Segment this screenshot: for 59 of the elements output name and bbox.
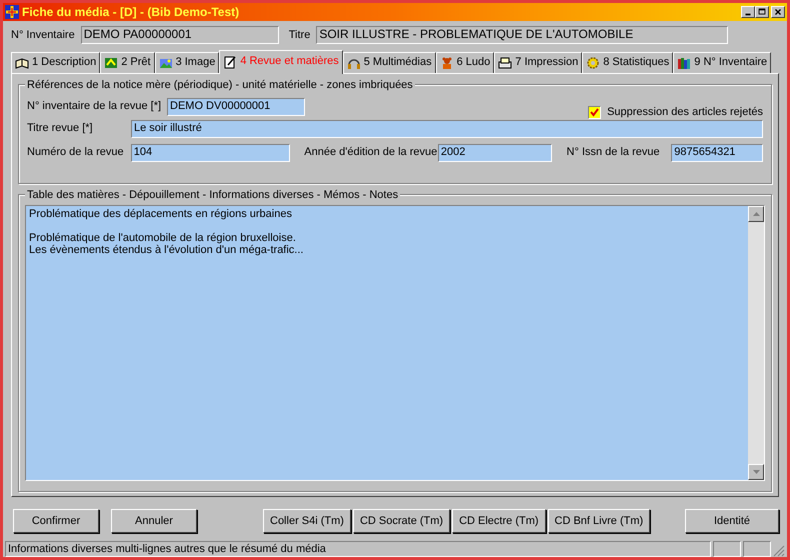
group-legend: Table des matières - Dépouillement - Informations diverses - Mémos - Notes (25, 186, 400, 204)
field-label: Titre (288, 28, 310, 43)
button[interactable]: Confirmer (13, 509, 99, 534)
book-icon (15, 56, 29, 70)
tab[interactable]: 9 N° Inventaire (673, 52, 772, 73)
journal-title-field[interactable]: Le soir illustré (131, 120, 763, 138)
field-label: Numéro de la revue (27, 145, 125, 160)
group-legend: Références de la notice mère (périodique) - unité matérielle - zones imbriquées (25, 76, 415, 94)
tab[interactable]: 5 Multimédias (342, 52, 436, 73)
checkbox-label: Suppression des articles rejetés (607, 105, 763, 120)
button[interactable]: Identité (685, 509, 779, 534)
field-label: N° Inventaire (11, 28, 75, 43)
tab[interactable]: 7 Impression (494, 52, 582, 73)
note-icon (223, 54, 238, 69)
button[interactable]: Coller S4i (Tm) (263, 509, 351, 534)
title-field[interactable]: SOIR ILLUSTRE - PROBLEMATIQUE DE L'AUTOMOBILE (316, 26, 728, 44)
memo-field[interactable]: Problématique des déplacements en régions urbaines Problématique de l'automobile de la région bruxelloise. Les évènements étendus à l'évolution d'un méga-trafic... (25, 204, 765, 481)
field-label: Année d'édition de la revue (304, 145, 438, 160)
scrollbar[interactable] (748, 206, 764, 480)
tab[interactable]: 8 Statistiques (582, 52, 674, 73)
gear-icon (586, 56, 600, 70)
button[interactable]: CD Bnf Livre (Tm) (548, 509, 650, 534)
scroll-up-button[interactable] (748, 206, 764, 222)
tab[interactable]: 1 Description (11, 52, 100, 73)
inventory-field[interactable]: DEMO PA00000001 (80, 26, 279, 44)
down-arrow-icon (752, 470, 760, 474)
tab[interactable]: 3 Image (154, 52, 220, 73)
scroll-down-button[interactable] (748, 464, 764, 480)
minimize-icon (746, 14, 750, 16)
up-arrow-icon (752, 212, 760, 216)
status-panel (713, 540, 741, 557)
printer-icon (498, 56, 512, 70)
tab[interactable]: 6 Ludo (436, 52, 494, 73)
toy-icon (440, 56, 454, 70)
close-icon (774, 8, 782, 16)
books-icon (677, 56, 692, 70)
minimize-button[interactable] (741, 6, 755, 18)
status-text: Informations diverses multi-lignes autres que le résumé du média (5, 540, 711, 557)
checkbox[interactable] (588, 106, 602, 120)
issn-field[interactable]: 9875654321 (671, 144, 763, 162)
tab[interactable]: 2 Prêt (100, 52, 155, 73)
memo-text: Problématique des déplacements en régions urbaines Problématique de l'automobile de la région bruxelloise. Les évènements étendus à l'évolution d'un méga-trafic... (28, 206, 304, 258)
app-icon (5, 5, 19, 19)
field-label: N° inventaire de la revue [*] (27, 99, 162, 114)
button[interactable]: CD Electre (Tm) (452, 509, 546, 534)
resize-grip-icon[interactable] (773, 545, 785, 557)
field-label: Titre revue [*] (27, 121, 94, 136)
window-title: Fiche du média - [D] - (Bib Demo-Test) (22, 4, 240, 21)
close-button[interactable] (771, 6, 785, 18)
button[interactable]: Annuler (111, 509, 197, 534)
maximize-icon (758, 8, 766, 14)
arrows-icon (104, 56, 118, 70)
field-label: N° Issn de la revue (566, 145, 661, 160)
button[interactable]: CD Socrate (Tm) (352, 509, 450, 534)
maximize-button[interactable] (755, 6, 769, 18)
status-panel (743, 540, 771, 557)
journal-inventory-field[interactable]: DEMO DV00000001 (167, 98, 305, 116)
issue-number-field[interactable]: 104 (130, 144, 290, 162)
edition-year-field[interactable]: 2002 (438, 144, 552, 162)
